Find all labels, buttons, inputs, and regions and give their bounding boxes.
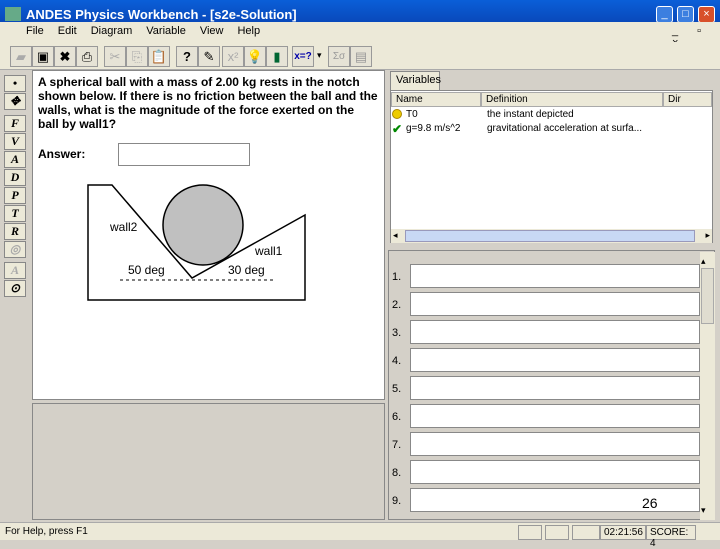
equation-number: 8. [392,467,402,479]
feedback-pane [32,403,385,520]
variable-name[interactable]: g=9.8 m/s^2 [406,123,460,134]
wall1-label: wall1 [254,244,283,258]
slide-number: 26 [642,495,658,511]
horizontal-scrollbar[interactable]: ◂ ▸ [391,229,712,243]
ball [162,184,244,266]
column-name[interactable]: Name [391,92,481,107]
variable-definition[interactable]: the instant depicted [487,109,574,120]
check-icon: ✔ [392,122,403,136]
equation-number: 4. [392,355,402,367]
variable-definition[interactable]: gravitational acceleration at surfa... [487,123,642,134]
status-help-text: For Help, press F1 [5,526,88,537]
equation-number: 5. [392,383,402,395]
equation-field[interactable] [410,404,700,428]
status-time: 02:21:56 [600,525,646,540]
vertical-scrollbar[interactable]: ▴ ▾ [700,252,715,520]
scroll-thumb[interactable] [405,230,695,242]
angle-right-label: 30 deg [228,263,265,277]
equation-field[interactable] [410,460,700,484]
wall2-label: wall2 [109,220,138,234]
equation-field[interactable] [410,320,700,344]
column-definition[interactable]: Definition [481,92,663,107]
close-button[interactable]: × [698,6,715,23]
status-panel [518,525,542,540]
angle-left-label: 50 deg [128,263,165,277]
status-score: SCORE: 4 [646,525,696,549]
scroll-thumb[interactable] [701,268,714,324]
column-dir[interactable]: Dir [663,92,712,107]
equation-field[interactable] [410,264,700,288]
equation-number: 9. [392,495,402,507]
scroll-left-icon[interactable]: ◂ [393,230,398,241]
equation-field[interactable] [410,292,700,316]
scroll-down-icon[interactable]: ▾ [701,505,706,516]
smiley-icon [392,109,402,122]
equation-field[interactable] [410,432,700,456]
tab-variables[interactable]: Variables [390,71,441,90]
equation-field[interactable] [410,348,700,372]
problem-diagram: wall2 wall1 50 deg 30 deg [87,184,306,301]
equation-number: 1. [392,271,402,283]
equation-number: 2. [392,299,402,311]
status-panel [545,525,569,540]
equation-number: 3. [392,327,402,339]
minimize-button[interactable]: _ [656,6,673,23]
scroll-up-icon[interactable]: ▴ [701,256,706,267]
maximize-button[interactable]: □ [677,6,694,23]
equation-number: 6. [392,411,402,423]
status-panel [572,525,600,540]
variable-name[interactable]: T0 [406,109,418,120]
equation-number: 7. [392,439,402,451]
equation-field[interactable] [410,376,700,400]
scroll-right-icon[interactable]: ▸ [705,230,710,241]
status-bar: For Help, press F1 02:21:56 SCORE: 4 [0,522,720,549]
